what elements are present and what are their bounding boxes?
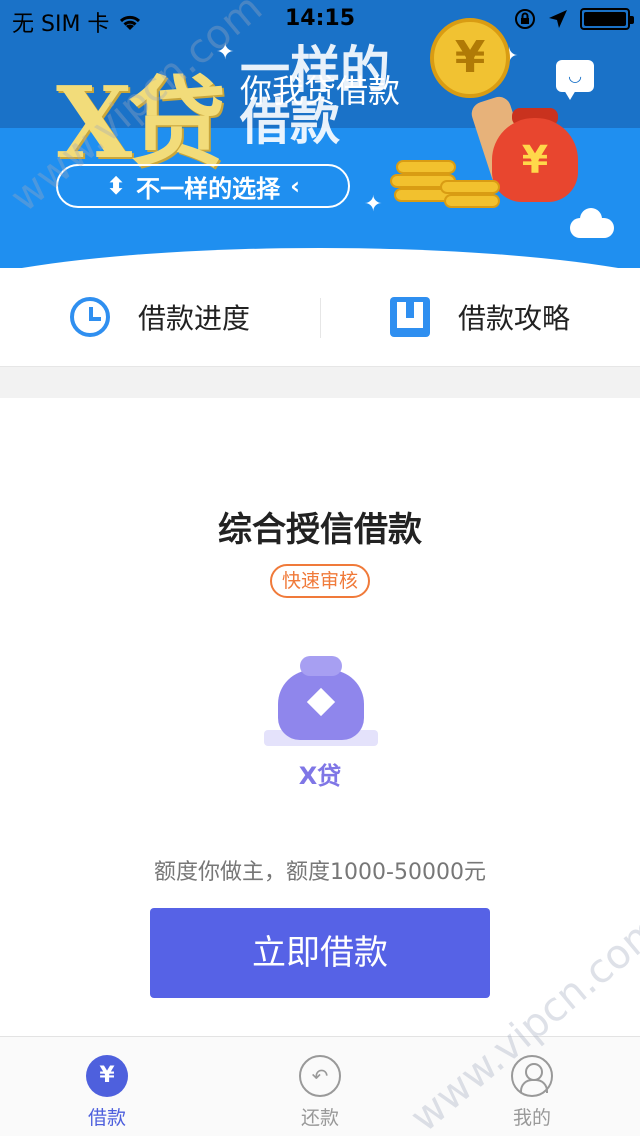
tab-loan-label: 借款 — [87, 1107, 126, 1129]
loan-progress-label: 借款进度 — [137, 302, 250, 335]
quick-divider — [320, 298, 321, 338]
sparkle-left-icon: ⬍ — [106, 172, 127, 200]
header-banner: 无 SIM 卡 14:15 X贷 一样的 借款 你我贷借款 ◡ ⬍ 不一样的选择… — [0, 0, 640, 268]
page-title: 你我贷借款 — [239, 72, 400, 110]
sparkle-icon: ✦ — [216, 40, 235, 65]
borrow-now-button[interactable]: 立即借款 — [150, 908, 490, 998]
coin-stack-icon — [440, 180, 500, 194]
tab-repay-label: 还款 — [300, 1107, 339, 1129]
section-separator — [0, 366, 640, 398]
icon-knot — [300, 656, 342, 676]
gold-coin-icon: ¥ — [430, 18, 510, 98]
sparkle-icon: ✦ — [364, 192, 383, 217]
loan-guide-label: 借款攻略 — [457, 302, 570, 335]
book-icon — [389, 297, 430, 337]
chat-bubble-smile-icon[interactable]: ◡ — [556, 60, 594, 100]
credit-limit-text: 额度你做主，额度1000-50000元 — [154, 860, 486, 885]
battery-icon — [580, 8, 634, 30]
user-icon — [511, 1055, 553, 1097]
product-title: 综合授信借款 — [218, 510, 422, 550]
repay-icon: ↶ — [299, 1055, 341, 1097]
product-name: X贷 — [298, 762, 342, 790]
tagline-pill: ⬍ 不一样的选择 ‹ — [56, 164, 350, 208]
rotation-lock-icon — [515, 9, 535, 29]
tab-me[interactable]: 我的 — [482, 1055, 582, 1130]
tab-me-label: 我的 — [512, 1107, 551, 1129]
money-bag-icon: ¥ — [492, 118, 578, 202]
tagline-text: 不一样的选择 — [136, 174, 281, 203]
tab-repay[interactable]: ↶ 还款 — [270, 1055, 370, 1130]
banner-curve — [0, 248, 640, 268]
fast-review-badge: 快速审核 — [270, 564, 370, 598]
loan-progress-link[interactable]: 借款进度 — [0, 268, 320, 366]
cloud-icon — [570, 208, 614, 238]
quick-links: 借款进度 借款攻略 — [0, 268, 640, 366]
coin-stack-icon — [396, 160, 456, 174]
tab-bar: ¥ 借款 ↶ 还款 我的 — [0, 1036, 640, 1136]
clock-icon — [69, 297, 110, 337]
sparkle-right-icon: ‹ — [290, 172, 300, 200]
tab-loan[interactable]: ¥ 借款 — [57, 1055, 157, 1130]
location-arrow-icon — [549, 10, 567, 28]
status-right — [514, 8, 634, 30]
yen-icon: ¥ — [86, 1055, 128, 1097]
loan-guide-link[interactable]: 借款攻略 — [320, 268, 640, 366]
smile-glyph: ◡ — [568, 66, 582, 85]
status-bar: 无 SIM 卡 14:15 — [0, 0, 640, 40]
coin-stack-icon — [444, 194, 500, 208]
money-bag-product-icon — [264, 654, 378, 746]
loan-home-screen: 无 SIM 卡 14:15 X贷 一样的 借款 你我贷借款 ◡ ⬍ 不一样的选择… — [0, 0, 640, 1136]
